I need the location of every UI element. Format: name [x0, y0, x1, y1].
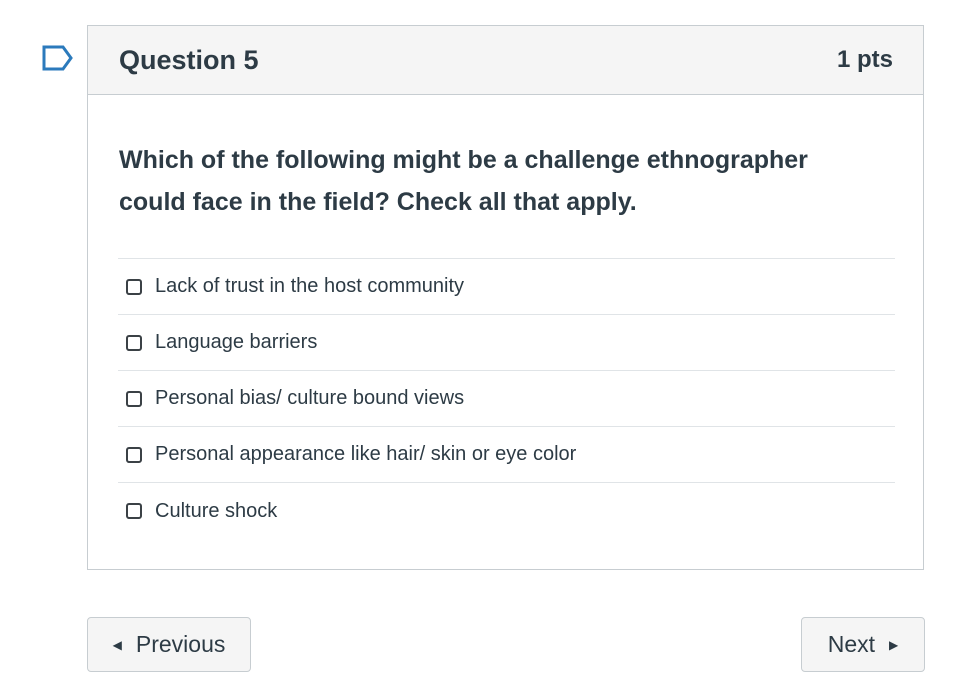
- answer-option[interactable]: Personal appearance like hair/ skin or e…: [118, 427, 895, 483]
- flag-question-icon[interactable]: [42, 45, 74, 73]
- answer-label: Lack of trust in the host community: [155, 275, 465, 297]
- question-title: Question 5: [119, 44, 259, 75]
- answer-option[interactable]: Language barriers: [118, 315, 895, 371]
- next-label: Next: [827, 631, 876, 657]
- answer-label: Personal bias/ culture bound views: [155, 387, 465, 409]
- answer-label: Personal appearance like hair/ skin or e…: [155, 443, 577, 465]
- question-header: Question 5 1 pts: [88, 26, 923, 95]
- answer-label: Language barriers: [155, 331, 318, 353]
- triangle-right-icon: ▶: [889, 637, 899, 652]
- question-text: Which of the following might be a challe…: [119, 146, 808, 216]
- answer-checkbox[interactable]: [126, 390, 142, 407]
- next-button[interactable]: Next ▶: [801, 617, 925, 672]
- quiz-page: Question 5 1 pts Which of the following …: [0, 0, 975, 694]
- previous-button[interactable]: ◀ Previous: [87, 617, 251, 672]
- question-card: Question 5 1 pts Which of the following …: [87, 25, 924, 570]
- question-points: 1 pts: [836, 46, 893, 73]
- answer-label: Culture shock: [155, 499, 278, 522]
- answer-checkbox[interactable]: [126, 503, 142, 519]
- answer-checkbox[interactable]: [126, 334, 142, 351]
- answer-option[interactable]: Lack of trust in the host community: [118, 259, 895, 315]
- answer-option[interactable]: Personal bias/ culture bound views: [118, 371, 895, 427]
- previous-label: Previous: [135, 631, 226, 657]
- answer-checkbox[interactable]: [126, 446, 142, 463]
- answer-list: Lack of trust in the host community Lang…: [118, 258, 895, 539]
- triangle-left-icon: ◀: [112, 637, 122, 652]
- answer-checkbox[interactable]: [126, 278, 142, 295]
- answer-option[interactable]: Culture shock: [118, 483, 895, 539]
